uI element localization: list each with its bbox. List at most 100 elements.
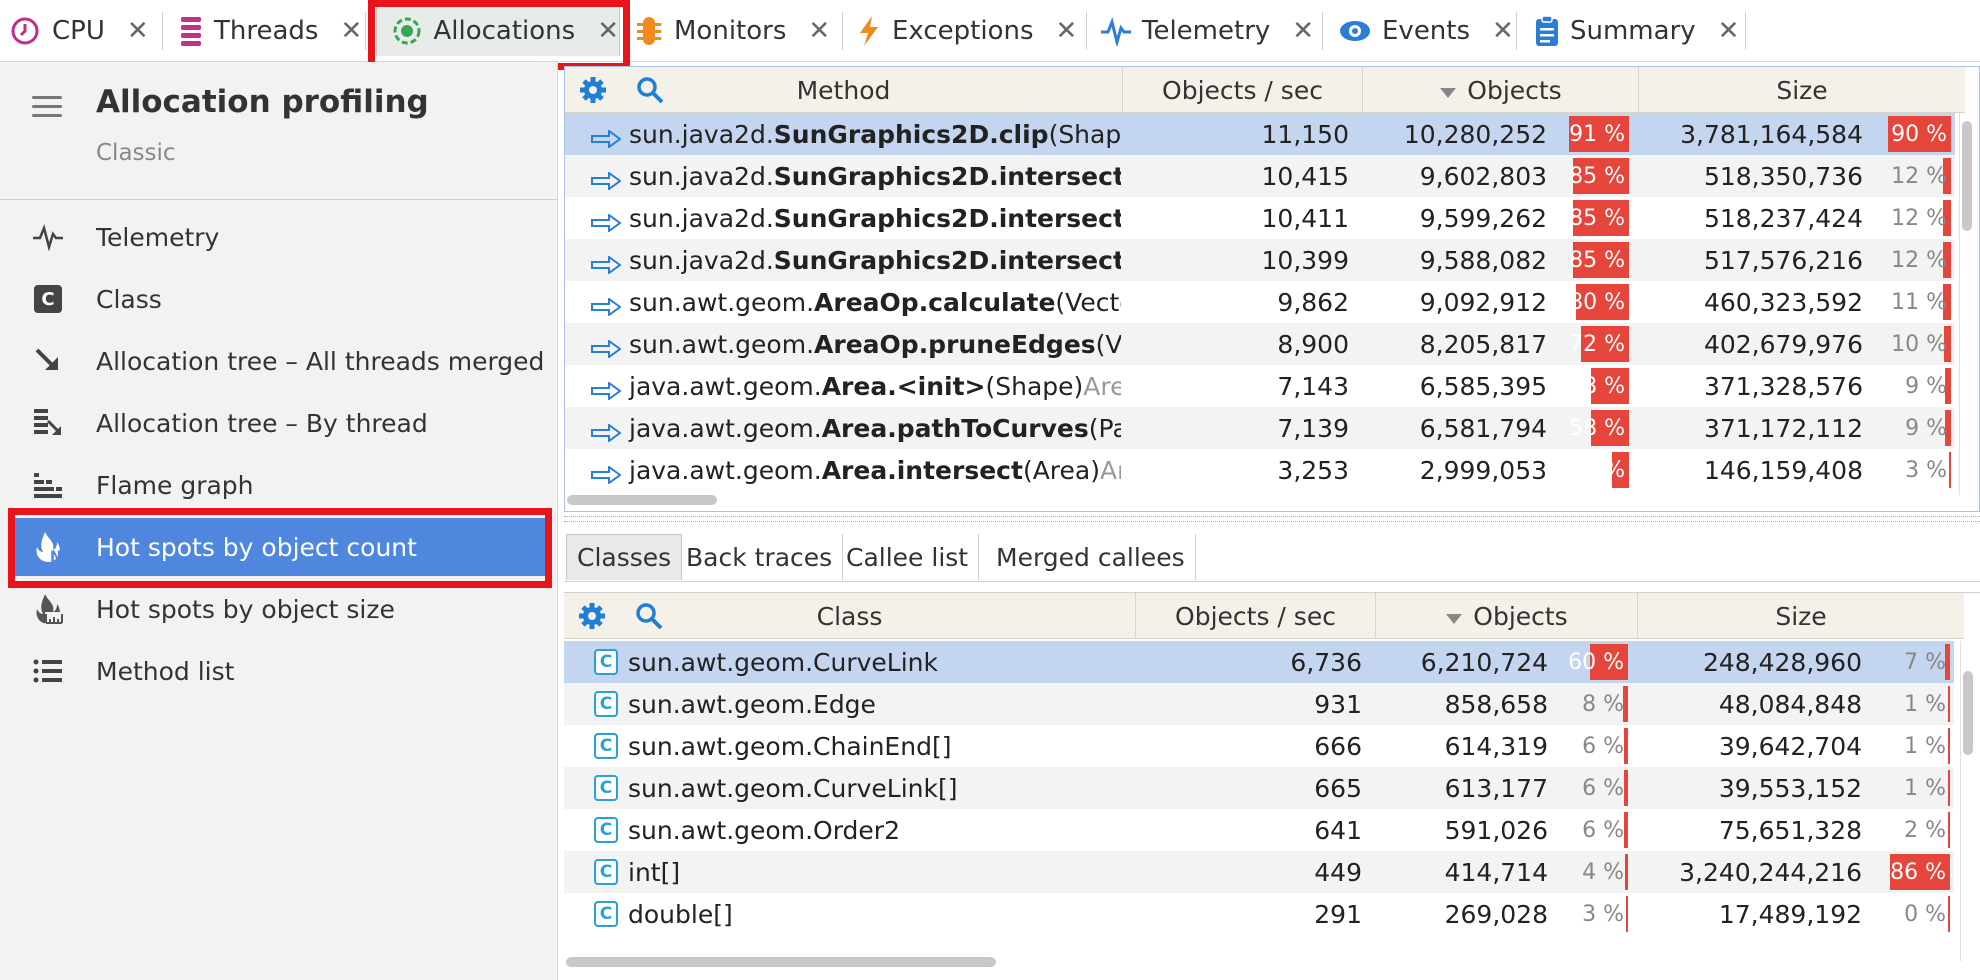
percent-value: 1 %	[1904, 691, 1946, 717]
table-row[interactable]: sun.java2d.SunGraphics2D.intersectByA 10,…	[565, 239, 1955, 281]
tab-back-traces[interactable]: Back traces	[676, 534, 844, 580]
column-header-method[interactable]: Method	[565, 67, 1123, 113]
percent-value: 85 %	[1569, 205, 1625, 231]
table-row[interactable]: Csun.awt.geom.CurveLink[] 665 613,177 6 % 39…	[564, 767, 1954, 809]
scrollbar-thumb[interactable]	[1962, 121, 1972, 231]
hamburger-menu-icon[interactable]	[32, 96, 62, 120]
size-cell: 17,489,192	[1718, 899, 1862, 929]
table-row[interactable]: java.awt.geom.Area.intersect(Area) Area3…	[565, 449, 1955, 491]
close-icon[interactable]: ✕	[808, 16, 830, 46]
scrollbar-thumb[interactable]	[1963, 671, 1973, 755]
search-icon[interactable]	[634, 601, 664, 637]
search-icon[interactable]	[635, 75, 665, 111]
sidebar-item-hotspots-size[interactable]: Hot spots by object size	[12, 580, 550, 638]
sidebar-item-allocation-tree-thread[interactable]: Allocation tree – By thread	[12, 394, 550, 452]
percent-value: 1 %	[1904, 733, 1946, 759]
sidebar-item-hotspots-count[interactable]: N Hot spots by object count	[12, 518, 550, 576]
table-row[interactable]: java.awt.geom.Area.pathToCurves(PathI 7,1…	[565, 407, 1955, 449]
close-icon[interactable]: ✕	[597, 16, 619, 46]
column-label: Objects / sec	[1162, 75, 1323, 105]
class-icon: C	[594, 691, 618, 717]
percent-value: 0 %	[1904, 901, 1946, 927]
sidebar-item-telemetry[interactable]: Telemetry	[12, 208, 550, 266]
panel-splitter[interactable]	[564, 516, 1980, 522]
percent-value: 9 %	[1905, 373, 1947, 399]
tab-events[interactable]: Events ✕	[1338, 6, 1522, 56]
close-icon[interactable]: ✕	[1292, 16, 1314, 46]
table-row[interactable]: Csun.awt.geom.Order2 641 591,026 6 % 75,651,…	[564, 809, 1954, 851]
table-row[interactable]: sun.java2d.SunGraphics2D.intersectSha 10,…	[565, 155, 1955, 197]
table-row[interactable]: Csun.awt.geom.CurveLink 6,736 6,210,724 60 …	[564, 641, 1954, 683]
tab-label: Summary	[1570, 16, 1696, 46]
method-cell: sun.java2d.SunGraphics2D.intersectByA	[591, 239, 1121, 281]
objects-per-sec-cell: 6,736	[1290, 647, 1362, 677]
column-header-objects-per-sec[interactable]: Objects / sec	[1136, 593, 1376, 639]
sidebar-item-method-list[interactable]: Method list	[12, 642, 550, 700]
objects-cell: 613,177	[1444, 773, 1548, 803]
method-package: sun.java2d.	[629, 203, 774, 233]
method-package: sun.awt.geom.	[629, 329, 815, 359]
tab-allocations[interactable]: Allocations ✕	[376, 6, 620, 56]
sidebar-item-class[interactable]: C Class	[12, 270, 550, 328]
vertical-scrollbar[interactable]	[1960, 641, 1974, 961]
tab-classes[interactable]: Classes	[566, 534, 683, 580]
table-row[interactable]: sun.awt.geom.AreaOp.calculate(Vector, 9,8…	[565, 281, 1955, 323]
table-row[interactable]: Cdouble[] 291 269,028 3 % 17,489,192 0 %	[564, 893, 1954, 935]
scrollbar-thumb[interactable]	[566, 957, 996, 967]
size-percent: 1 %	[1874, 686, 1950, 722]
tab-callee-list[interactable]: Callee list	[836, 534, 980, 580]
size-percent: 10 %	[1875, 326, 1951, 362]
objects-cell: 6,581,794	[1419, 413, 1547, 443]
method-arrow-icon	[591, 419, 622, 443]
column-header-objects[interactable]: Objects	[1363, 67, 1639, 113]
close-icon[interactable]: ✕	[1492, 16, 1514, 46]
tab-merged-callees[interactable]: Merged callees	[986, 534, 1196, 580]
close-icon[interactable]: ✕	[127, 16, 149, 46]
table-row[interactable]: sun.java2d.SunGraphics2D.clip(Shape) Su 1…	[565, 113, 1955, 155]
column-label: Method	[796, 75, 891, 105]
monitors-icon	[634, 14, 664, 48]
table-row[interactable]: Csun.awt.geom.Edge 931 858,658 8 % 48,084,84…	[564, 683, 1954, 725]
clock-icon	[8, 14, 42, 48]
class-cell: Csun.awt.geom.Edge	[594, 683, 1134, 725]
column-header-class[interactable]: Class	[564, 593, 1136, 639]
percent-value: 3 %	[1905, 457, 1947, 483]
view-tab-bar: CPU ✕ Threads ✕ Allocations ✕ Monitors ✕…	[0, 0, 1980, 62]
percent-value: 8 %	[1582, 691, 1624, 717]
table-row[interactable]: Csun.awt.geom.ChainEnd[] 666 614,319 6 % 39,…	[564, 725, 1954, 767]
tab-cpu[interactable]: CPU ✕	[8, 6, 158, 56]
tab-telemetry[interactable]: Telemetry ✕	[1100, 6, 1314, 56]
close-icon[interactable]: ✕	[340, 16, 362, 46]
table-row[interactable]: Cint[] 449 414,714 4 % 3,240,244,216 86 %	[564, 851, 1954, 893]
column-header-size[interactable]: Size	[1638, 593, 1964, 639]
method-class: AreaOp	[814, 329, 919, 359]
sidebar-item-flame-graph[interactable]: Flame graph	[12, 456, 550, 514]
close-icon[interactable]: ✕	[1718, 16, 1740, 46]
table-row[interactable]: java.awt.geom.Area.<init>(Shape) Area.j 7…	[565, 365, 1955, 407]
scrollbar-thumb[interactable]	[567, 495, 717, 505]
horizontal-scrollbar[interactable]	[564, 955, 1136, 969]
sidebar-item-label: Method list	[96, 656, 235, 686]
tab-threads[interactable]: Threads ✕	[178, 6, 362, 56]
gear-icon[interactable]	[579, 76, 607, 110]
column-header-objects-per-sec[interactable]: Objects / sec	[1123, 67, 1363, 113]
table-row[interactable]: sun.java2d.SunGraphics2D.intersectRec 10,…	[565, 197, 1955, 239]
method-cell: sun.awt.geom.AreaOp.pruneEdges(Vect	[591, 323, 1121, 365]
sidebar-item-allocation-tree-merged[interactable]: Allocation tree – All threads merged	[12, 332, 550, 390]
tab-summary[interactable]: Summary ✕	[1534, 6, 1739, 56]
method-package: java.awt.geom.	[629, 413, 822, 443]
size-percent: 12 %	[1875, 200, 1951, 236]
vertical-scrollbar[interactable]	[1959, 113, 1973, 495]
column-header-objects[interactable]: Objects	[1376, 593, 1638, 639]
objects-cell: 10,280,252	[1403, 119, 1547, 149]
size-percent: 12 %	[1875, 242, 1951, 278]
objects-per-sec-cell: 10,415	[1261, 161, 1349, 191]
size-percent: 86 %	[1874, 854, 1950, 890]
gear-icon[interactable]	[578, 602, 606, 636]
column-header-size[interactable]: Size	[1639, 67, 1965, 113]
table-row[interactable]: sun.awt.geom.AreaOp.pruneEdges(Vect 8,900…	[565, 323, 1955, 365]
horizontal-scrollbar[interactable]	[565, 493, 1123, 507]
close-icon[interactable]: ✕	[1056, 16, 1078, 46]
tab-exceptions[interactable]: Exceptions ✕	[856, 6, 1078, 56]
tab-monitors[interactable]: Monitors ✕	[634, 6, 830, 56]
